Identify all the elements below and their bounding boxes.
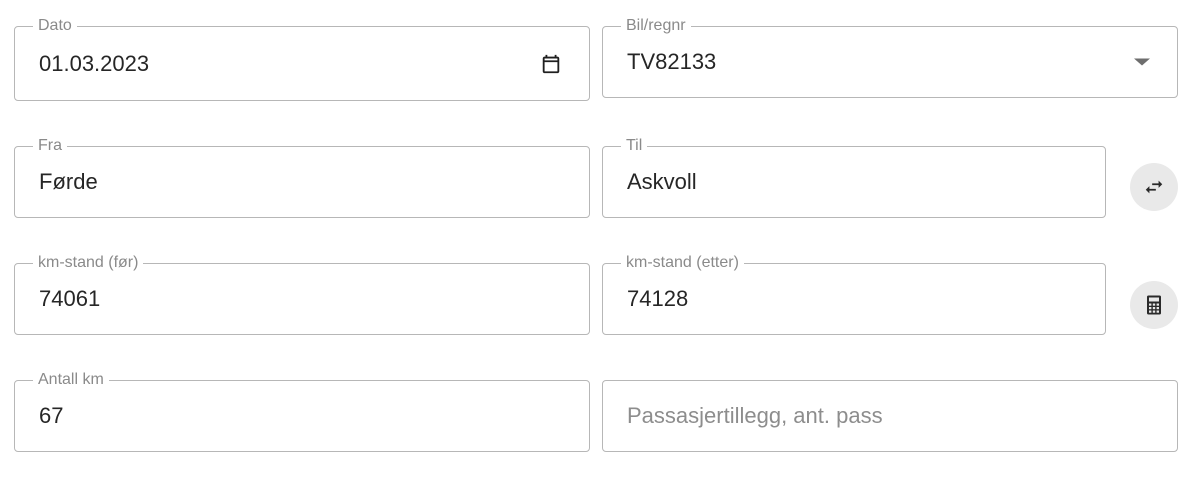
to-field[interactable]: Til Askvoll <box>602 137 1106 218</box>
passengers-placeholder[interactable]: Passasjertillegg, ant. pass <box>627 403 883 429</box>
odometer-after-field[interactable]: km-stand (etter) 74128 <box>602 254 1106 335</box>
calculate-button[interactable] <box>1130 281 1178 329</box>
from-value[interactable]: Førde <box>39 169 98 195</box>
swap-icon <box>1145 180 1163 194</box>
car-select[interactable]: Bil/regnr TV82133 <box>602 17 1178 98</box>
total-km-label: Antall km <box>33 371 109 389</box>
calendar-icon[interactable] <box>540 53 562 75</box>
from-field[interactable]: Fra Førde <box>14 137 590 218</box>
date-value[interactable]: 01.03.2023 <box>39 51 149 77</box>
odometer-before-value[interactable]: 74061 <box>39 286 100 312</box>
odometer-after-label: km-stand (etter) <box>621 254 744 272</box>
odometer-before-label: km-stand (før) <box>33 254 144 272</box>
odometer-before-field[interactable]: km-stand (før) 74061 <box>14 254 590 335</box>
date-label: Dato <box>33 17 77 35</box>
car-label: Bil/regnr <box>621 17 691 35</box>
calculator-icon <box>1147 295 1161 315</box>
car-value: TV82133 <box>627 49 717 74</box>
total-km-field[interactable]: Antall km 67 <box>14 371 590 452</box>
passengers-field[interactable]: Passasjertillegg, ant. pass <box>602 380 1178 452</box>
swap-button[interactable] <box>1130 163 1178 211</box>
from-label: Fra <box>33 137 67 155</box>
date-field[interactable]: Dato 01.03.2023 <box>14 17 590 101</box>
to-value[interactable]: Askvoll <box>627 169 697 195</box>
odometer-after-value[interactable]: 74128 <box>627 286 688 312</box>
to-label: Til <box>621 137 648 155</box>
total-km-value[interactable]: 67 <box>39 403 63 429</box>
dropdown-arrow-icon[interactable] <box>1134 58 1150 66</box>
